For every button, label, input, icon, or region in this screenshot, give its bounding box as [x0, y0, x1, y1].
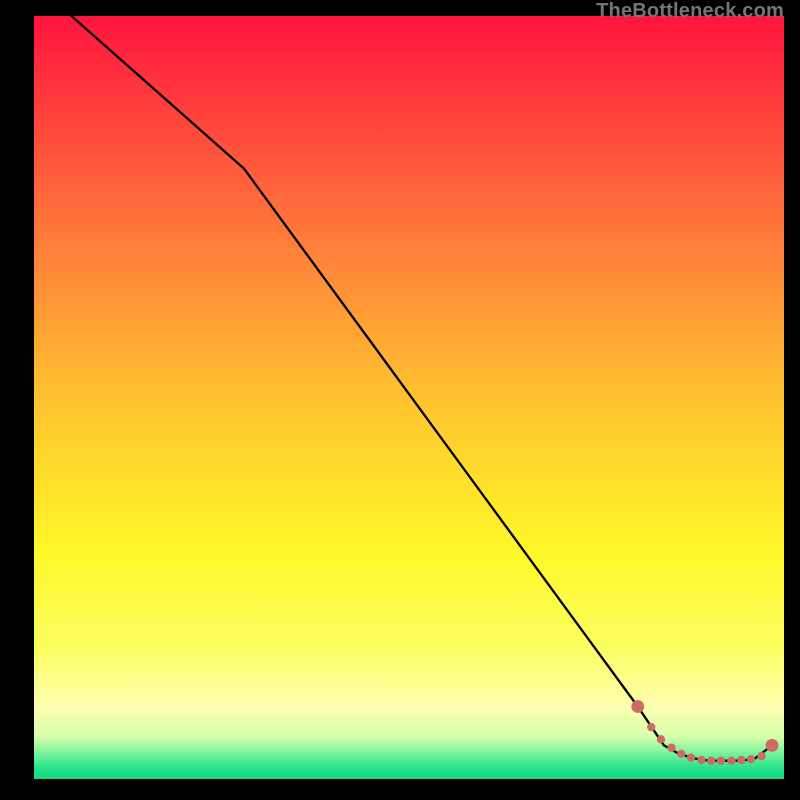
watermark-text: TheBottleneck.com [596, 0, 784, 23]
chart-marker [707, 756, 715, 764]
chart-marker [667, 744, 675, 752]
chart-svg [34, 16, 784, 779]
chart-marker [727, 756, 735, 764]
chart-marker [717, 756, 725, 764]
chart-marker [747, 755, 755, 763]
chart-background [34, 16, 784, 779]
chart-marker [687, 753, 695, 761]
chart-plot-area [34, 16, 784, 779]
chart-marker [657, 735, 665, 743]
chart-marker [631, 700, 644, 713]
chart-marker [766, 739, 779, 752]
chart-marker [647, 723, 655, 731]
chart-marker [697, 756, 705, 764]
chart-marker [757, 752, 765, 760]
stage: TheBottleneck.com [0, 0, 800, 800]
chart-marker [677, 750, 685, 758]
chart-marker [737, 756, 745, 764]
